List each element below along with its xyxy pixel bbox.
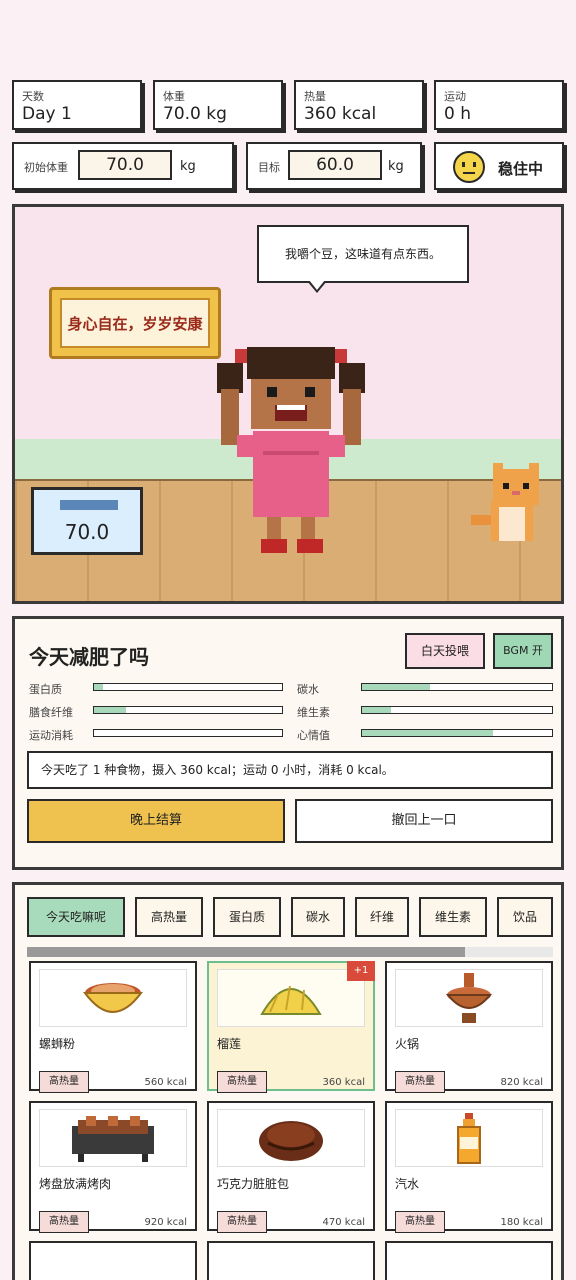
blessing-plaque: 身心自在，岁岁安康 <box>49 287 221 359</box>
exercise-burn-bar <box>93 729 283 737</box>
food-kcal: 820 kcal <box>500 1077 543 1088</box>
food-kcal: 180 kcal <box>500 1217 543 1228</box>
bgm-toggle-button[interactable]: BGM 开 <box>493 633 553 669</box>
day-label: 天数 <box>22 90 44 103</box>
neutral-face-icon <box>452 150 486 184</box>
weight-stat: 体重 70.0 kg <box>153 80 283 130</box>
exercise-burn-label: 运动消耗 <box>29 729 73 742</box>
mood-label: 心情值 <box>297 729 330 742</box>
food-card[interactable] <box>29 1241 197 1280</box>
weight-value: 70.0 kg <box>163 104 227 124</box>
scale-display-bar <box>60 500 118 510</box>
status-text: 稳住中 <box>498 160 544 178</box>
speech-bubble-tail-fill <box>309 280 325 290</box>
initial-weight-unit: kg <box>180 159 196 174</box>
exercise-stat: 运动 0 h <box>434 80 564 130</box>
calories-label: 热量 <box>304 90 326 103</box>
vitamin-label: 维生素 <box>297 706 330 719</box>
food-tag: 高热量 <box>217 1071 267 1093</box>
mood-bar <box>361 729 553 737</box>
carbs-bar <box>361 683 553 691</box>
tab-protein[interactable]: 蛋白质 <box>213 897 281 937</box>
food-card[interactable]: 巧克力脏脏包 高热量 470 kcal <box>207 1101 375 1233</box>
speech-bubble: 我嚼个豆，这味道有点东西。 <box>257 225 469 283</box>
durian-icon <box>217 969 365 1027</box>
protein-label: 蛋白质 <box>29 683 62 696</box>
noodle-bowl-icon <box>39 969 187 1027</box>
hotpot-icon <box>395 969 543 1027</box>
food-tag: 高热量 <box>395 1071 445 1093</box>
food-kcal: 360 kcal <box>322 1077 365 1088</box>
food-card-selected[interactable]: 榴莲 高热量 360 kcal +1 <box>207 961 375 1093</box>
tab-vitamin[interactable]: 维生素 <box>419 897 487 937</box>
panel-title: 今天减肥了吗 <box>29 645 149 669</box>
target-weight-unit: kg <box>388 159 404 174</box>
fiber-label: 膳食纤维 <box>29 706 73 719</box>
food-kcal: 470 kcal <box>322 1217 365 1228</box>
status-box: 稳住中 <box>434 142 564 190</box>
girl-character[interactable] <box>211 339 371 559</box>
plaque-text: 身心自在，岁岁安康 <box>60 298 210 348</box>
game-scene: 我嚼个豆，这味道有点东西。 身心自在，岁岁安康 70.0 <box>12 204 564 604</box>
day-stat: 天数 Day 1 <box>12 80 142 130</box>
tab-today[interactable]: 今天吃嘛呢 <box>27 897 125 937</box>
food-tag: 高热量 <box>39 1071 89 1093</box>
food-kcal: 920 kcal <box>144 1217 187 1228</box>
food-card[interactable]: 汽水 高热量 180 kcal <box>385 1101 553 1233</box>
food-tag: 高热量 <box>217 1211 267 1233</box>
tab-carbs[interactable]: 碳水 <box>291 897 345 937</box>
vitamin-bar <box>361 706 553 714</box>
exercise-value: 0 h <box>444 104 471 124</box>
tab-drinks[interactable]: 饮品 <box>497 897 553 937</box>
chocolate-bun-icon <box>217 1109 365 1167</box>
food-tag: 高热量 <box>395 1211 445 1233</box>
food-card[interactable]: 火锅 高热量 820 kcal <box>385 961 553 1093</box>
initial-weight-box: 初始体重 70.0 kg <box>12 142 234 190</box>
food-card[interactable]: 烤盘放满烤肉 高热量 920 kcal <box>29 1101 197 1233</box>
status-panel: 今天减肥了吗 白天投喂 BGM 开 蛋白质 碳水 膳食纤维 维生素 运动消耗 心… <box>12 616 564 870</box>
food-section: 今天吃嘛呢 高热量 蛋白质 碳水 纤维 维生素 饮品 螺蛳粉 高热量 560 k… <box>12 882 564 1280</box>
calories-stat: 热量 360 kcal <box>294 80 424 130</box>
tab-fiber[interactable]: 纤维 <box>355 897 409 937</box>
target-weight-box: 目标 60.0 kg <box>246 142 422 190</box>
calories-value: 360 kcal <box>304 104 377 124</box>
tab-high-calorie[interactable]: 高热量 <box>135 897 203 937</box>
food-tag: 高热量 <box>39 1211 89 1233</box>
weight-label: 体重 <box>163 90 185 103</box>
exercise-label: 运动 <box>444 90 466 103</box>
initial-weight-label: 初始体重 <box>24 161 68 174</box>
food-kcal: 560 kcal <box>144 1077 187 1088</box>
target-weight-input[interactable]: 60.0 <box>288 150 382 180</box>
daily-summary: 今天吃了 1 种食物，摄入 360 kcal；运动 0 小时，消耗 0 kcal… <box>27 751 553 789</box>
food-card[interactable] <box>207 1241 375 1280</box>
food-card[interactable]: 螺蛳粉 高热量 560 kcal <box>29 961 197 1093</box>
fiber-bar <box>93 706 283 714</box>
food-name: 汽水 <box>395 1177 420 1191</box>
protein-bar <box>93 683 283 691</box>
evening-settle-button[interactable]: 晚上结算 <box>27 799 285 843</box>
scale-value: 70.0 <box>64 520 110 544</box>
bbq-grill-icon <box>39 1109 187 1167</box>
orange-cat[interactable] <box>467 463 547 547</box>
tabs-scrollbar-thumb[interactable] <box>27 947 465 957</box>
food-name: 榴莲 <box>217 1037 242 1051</box>
carbs-label: 碳水 <box>297 683 319 696</box>
food-name: 烤盘放满烤肉 <box>39 1177 112 1191</box>
food-name: 巧克力脏脏包 <box>217 1177 290 1191</box>
day-value: Day 1 <box>22 104 72 124</box>
food-card[interactable] <box>385 1241 553 1280</box>
undo-last-bite-button[interactable]: 撤回上一口 <box>295 799 553 843</box>
food-name: 螺蛳粉 <box>39 1037 76 1051</box>
weight-scale: 70.0 <box>31 487 143 555</box>
food-name: 火锅 <box>395 1037 420 1051</box>
target-weight-label: 目标 <box>258 161 280 174</box>
soda-bottle-icon <box>395 1109 543 1167</box>
initial-weight-input[interactable]: 70.0 <box>78 150 172 180</box>
count-badge: +1 <box>347 961 375 981</box>
daytime-feed-button[interactable]: 白天投喂 <box>405 633 485 669</box>
